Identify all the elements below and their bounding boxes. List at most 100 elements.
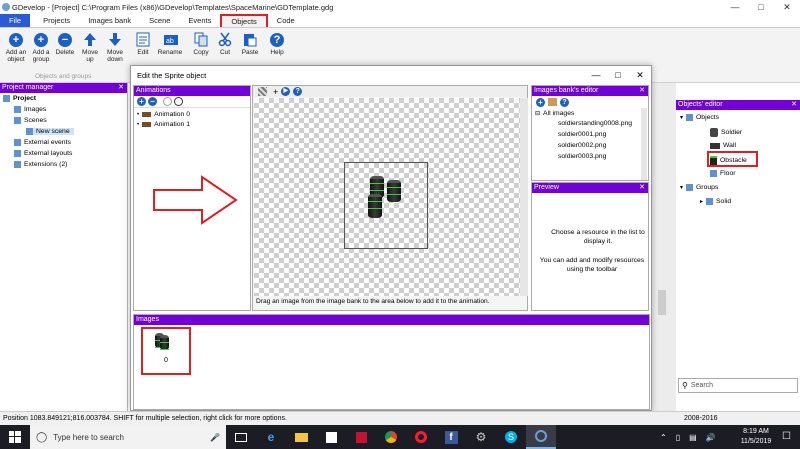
status-text: Position 1083.849121;816.003784. SHIFT f…: [3, 415, 287, 422]
animation-icon: [142, 112, 152, 117]
bank-item[interactable]: soldierstanding0008.png: [558, 120, 632, 127]
settings-gear-icon[interactable]: ⚙: [466, 425, 496, 449]
chrome-icon[interactable]: [376, 425, 406, 449]
tree-extensions[interactable]: Extensions (2): [14, 161, 67, 168]
copy-button[interactable]: Copy: [191, 32, 211, 56]
add-image-icon[interactable]: +: [536, 97, 545, 107]
sprite-editor-dialog: Edit the Sprite object — □ ✕ Animations …: [130, 65, 652, 411]
task-view-icon[interactable]: [226, 425, 256, 449]
start-button[interactable]: [0, 425, 30, 449]
floor-icon: [710, 170, 717, 177]
dialog-minimize-button[interactable]: —: [585, 66, 607, 84]
folder-icon[interactable]: [548, 98, 557, 106]
microphone-icon[interactable]: 🎤: [210, 433, 220, 442]
opera-icon[interactable]: [406, 425, 436, 449]
rename-button[interactable]: ab Rename: [156, 32, 184, 56]
menu-file[interactable]: File: [0, 14, 31, 27]
tree-external-layouts[interactable]: External layouts: [14, 150, 72, 157]
barrel-thumbnail-icon: [160, 335, 169, 350]
minimize-button[interactable]: —: [722, 0, 748, 14]
edit-button[interactable]: Edit: [134, 32, 152, 56]
tree-objects-root[interactable]: ▾ Objects: [680, 114, 719, 121]
clock-icon[interactable]: [174, 97, 183, 106]
move-down-button[interactable]: Move down: [104, 32, 126, 63]
close-icon[interactable]: ✕: [639, 183, 645, 193]
app-icon[interactable]: [346, 425, 376, 449]
close-icon[interactable]: ✕: [791, 100, 797, 110]
arrow-up-icon: [83, 32, 98, 47]
tree-project[interactable]: Project: [3, 95, 36, 102]
cut-button[interactable]: Cut: [216, 32, 234, 56]
bank-scrollbar[interactable]: [641, 108, 647, 180]
taskbar-search[interactable]: ◯ Type here to search 🎤: [30, 425, 226, 449]
remove-animation-icon[interactable]: −: [148, 97, 157, 106]
group-solid[interactable]: ▸ Solid: [700, 198, 731, 205]
bank-all-images[interactable]: ⊟ All images: [535, 110, 574, 117]
svg-text:ab: ab: [166, 38, 174, 45]
delete-button[interactable]: − Delete: [54, 32, 76, 56]
bank-item[interactable]: soldier0003.png: [558, 153, 606, 160]
volume-icon[interactable]: 🔊: [706, 433, 716, 442]
objects-search[interactable]: ⚲ Search: [678, 378, 798, 393]
tree-groups-root[interactable]: ▾ Groups: [680, 184, 718, 191]
close-icon[interactable]: ✕: [639, 86, 645, 96]
bank-item[interactable]: soldier0002.png: [558, 142, 606, 149]
status-bar: Position 1083.849121;816.003784. SHIFT f…: [0, 411, 800, 425]
menu-projects[interactable]: Projects: [34, 14, 79, 27]
help-icon[interactable]: ?: [560, 97, 569, 107]
facebook-icon[interactable]: f: [436, 425, 466, 449]
sprite-canvas[interactable]: [254, 98, 520, 296]
skype-icon[interactable]: S: [496, 425, 526, 449]
animation-item-1[interactable]: • Animation 1: [137, 121, 190, 128]
settings-icon[interactable]: [163, 97, 172, 106]
grid-icon[interactable]: [258, 87, 267, 96]
paste-button[interactable]: Paste: [239, 32, 261, 56]
chevron-up-icon[interactable]: ⌃: [660, 433, 667, 442]
add-group-button[interactable]: + Add a group: [30, 32, 52, 63]
object-floor[interactable]: Floor: [710, 170, 736, 177]
menu-code[interactable]: Code: [268, 14, 304, 27]
add-object-button[interactable]: + Add an object: [3, 32, 29, 63]
help-button[interactable]: ? Help: [268, 32, 286, 56]
menu-events[interactable]: Events: [179, 14, 220, 27]
workspace-scrollbar[interactable]: [658, 290, 666, 315]
play-icon[interactable]: ▶: [281, 87, 291, 96]
bank-item[interactable]: soldier0001.png: [558, 131, 606, 138]
canvas-scrollbar[interactable]: [520, 98, 528, 296]
images-panel: Images 0: [133, 314, 650, 410]
menu-images-bank[interactable]: Images bank: [79, 14, 140, 27]
tree-scenes[interactable]: Scenes: [14, 117, 47, 124]
tree-new-scene[interactable]: New scene: [26, 128, 74, 135]
close-icon[interactable]: ✕: [118, 83, 124, 93]
maximize-button[interactable]: □: [748, 0, 774, 14]
object-wall[interactable]: Wall: [710, 142, 736, 149]
battery-icon[interactable]: ▯: [676, 433, 680, 442]
store-icon[interactable]: [316, 425, 346, 449]
help-icon[interactable]: ?: [293, 87, 303, 96]
animations-header: Animations: [134, 86, 250, 96]
object-soldier[interactable]: Soldier: [710, 128, 742, 137]
animations-toolbar: + −: [134, 96, 250, 108]
move-up-button[interactable]: Move up: [80, 32, 100, 63]
obstacle-highlight: [707, 151, 758, 167]
network-icon[interactable]: ▤: [689, 433, 697, 442]
dialog-close-button[interactable]: ✕: [629, 66, 651, 84]
notifications-icon[interactable]: ☐: [782, 431, 791, 442]
tree-external-events[interactable]: External events: [14, 139, 71, 146]
menu-scene[interactable]: Scene: [140, 14, 179, 27]
menu-objects[interactable]: Objects: [220, 14, 268, 27]
preview-header: Preview ✕: [532, 183, 648, 193]
image-thumbnail[interactable]: 0: [141, 327, 191, 375]
file-explorer-icon[interactable]: [286, 425, 316, 449]
edge-icon[interactable]: e: [256, 425, 286, 449]
tree-images[interactable]: Images: [14, 106, 46, 113]
animation-item-0[interactable]: • Animation 0: [137, 111, 190, 118]
crosshair-icon[interactable]: +: [273, 87, 278, 97]
gdevelop-taskbar-icon[interactable]: [526, 425, 556, 449]
canvas-toolbar: + ▶ ?: [253, 86, 527, 97]
clock[interactable]: 8:19 AM 11/5/2019: [735, 427, 777, 447]
close-button[interactable]: ✕: [774, 0, 800, 14]
dialog-maximize-button[interactable]: □: [607, 66, 629, 84]
add-animation-icon[interactable]: +: [137, 97, 146, 106]
soldier-icon: [710, 128, 718, 137]
